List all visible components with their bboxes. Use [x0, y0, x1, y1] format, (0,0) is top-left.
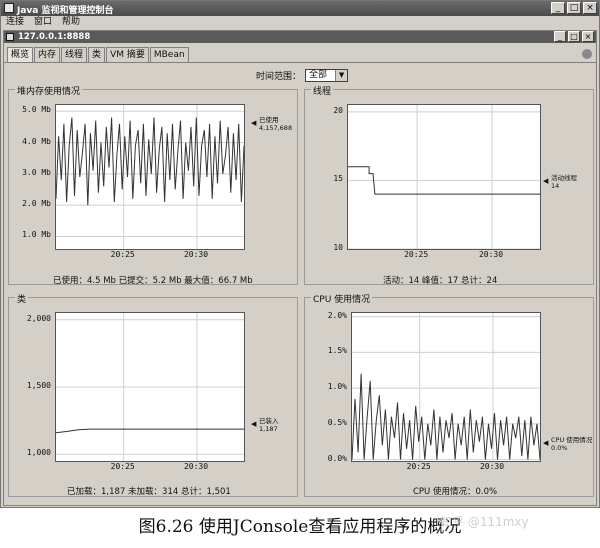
- legend-marker-icon: ◀: [543, 177, 549, 185]
- connection-frame: 127.0.0.1:8888 _ □ × 概览 内存 线程 类 VM 摘要 MB…: [3, 30, 597, 506]
- cpu-chart: [351, 312, 541, 462]
- threads-stats: 活动：14 峰值：17 总计：24: [383, 276, 498, 286]
- y-tick-label: 2.0 Mb: [22, 199, 51, 209]
- classes-stats: 已加载：1,187 未加载：314 总计：1,501: [67, 487, 231, 497]
- inner-maximize-button[interactable]: □: [568, 31, 580, 42]
- tab-overview[interactable]: 概览: [7, 47, 34, 63]
- threads-chart-svg: [348, 105, 540, 249]
- heap-stats: 已使用：4.5 Mb 已提交：5.2 Mb 最大值：66.7 Mb: [53, 276, 253, 286]
- y-tick-label: 0.0%: [327, 453, 347, 463]
- y-tick-label: 3.0 Mb: [22, 167, 51, 177]
- x-tick-label: 20:25: [110, 462, 135, 471]
- tab-vm-summary[interactable]: VM 摘要: [106, 47, 149, 62]
- x-tick-label: 20:25: [110, 250, 135, 259]
- connection-status-icon: [582, 49, 592, 59]
- tab-threads[interactable]: 线程: [61, 47, 88, 62]
- y-tick-label: 10: [333, 243, 343, 252]
- title-bar[interactable]: Java 监视和管理控制台 _ □ ×: [1, 1, 599, 16]
- heap-panel-title: 堆内存使用情况: [15, 84, 83, 97]
- heap-chart: [55, 104, 245, 250]
- y-tick-label: 1,000: [26, 448, 51, 458]
- cpu-legend: ◀ CPU 使用情况 0.0%: [543, 436, 593, 452]
- connection-title: 127.0.0.1:8888: [18, 32, 91, 42]
- maximize-button[interactable]: □: [567, 2, 581, 14]
- cpu-stats: CPU 使用情况：0.0%: [413, 487, 498, 497]
- connection-title-bar[interactable]: 127.0.0.1:8888 _ □ ×: [4, 31, 596, 43]
- x-tick-label: 20:30: [479, 462, 505, 471]
- minimize-button[interactable]: _: [551, 2, 565, 14]
- tab-mbean[interactable]: MBean: [149, 47, 189, 62]
- time-range-value: 全部: [309, 70, 328, 80]
- connection-icon: [6, 33, 14, 41]
- menu-help[interactable]: 帮助: [62, 16, 80, 29]
- menu-bar: 连接 窗口 帮助: [1, 16, 599, 29]
- menu-window[interactable]: 窗口: [34, 16, 52, 29]
- classes-legend: ◀ 已装入 1,187: [251, 417, 279, 433]
- cpu-legend-name: CPU 使用情况: [551, 436, 593, 444]
- chevron-down-icon[interactable]: ▼: [335, 70, 348, 81]
- classes-panel-title: 类: [15, 292, 29, 305]
- classes-legend-name: 已装入: [259, 417, 279, 425]
- java-icon: [4, 3, 14, 13]
- legend-marker-icon: ◀: [543, 439, 549, 447]
- y-tick-label: 4.0 Mb: [22, 136, 51, 146]
- legend-marker-icon: ◀: [251, 420, 257, 428]
- time-range: 时间范围： 全部 ▼: [256, 69, 349, 82]
- heap-legend-name: 已使用: [259, 116, 279, 124]
- heap-chart-svg: [56, 105, 244, 249]
- cpu-panel-title: CPU 使用情况: [311, 292, 373, 305]
- y-tick-label: 20: [333, 105, 343, 115]
- cpu-series-line: [352, 373, 540, 460]
- jconsole-window: Java 监视和管理控制台 _ □ × 连接 窗口 帮助 127.0.0.1:8…: [0, 0, 600, 508]
- y-tick-label: 2,000: [26, 313, 51, 323]
- classes-chart-svg: [56, 313, 244, 461]
- classes-series-line: [56, 428, 244, 434]
- heap-legend-value: 4,157,688: [259, 124, 293, 132]
- time-range-label: 时间范围：: [256, 72, 302, 82]
- threads-chart: [347, 104, 541, 250]
- y-tick-label: 0.5%: [327, 417, 347, 427]
- cpu-panel: CPU 使用情况 ◀ CPU 使用情况 0.0% CPU 使用情况：0.0% 0…: [304, 292, 594, 497]
- tab-memory[interactable]: 内存: [34, 47, 61, 62]
- inner-minimize-button[interactable]: _: [554, 31, 566, 42]
- menu-connection[interactable]: 连接: [6, 16, 24, 29]
- heap-panel: 堆内存使用情况 ◀ 已使用 4,157,688 已使用：4.5 Mb 已提交：5…: [8, 84, 298, 286]
- tab-bar: 概览 内存 线程 类 VM 摘要 MBean: [7, 47, 190, 63]
- x-tick-label: 20:30: [478, 250, 504, 259]
- tab-classes[interactable]: 类: [88, 47, 106, 62]
- cpu-chart-svg: [352, 313, 540, 461]
- y-tick-label: 5.0 Mb: [22, 105, 51, 115]
- y-tick-label: 1,500: [26, 381, 51, 390]
- y-tick-label: 1.0 Mb: [22, 230, 51, 240]
- y-tick-label: 2.0%: [327, 310, 347, 320]
- y-tick-label: 1.0%: [327, 382, 347, 392]
- y-tick-label: 15: [333, 174, 343, 184]
- classes-panel: 类 ◀ 已装入 1,187 已加载：1,187 未加载：314 总计：1,501…: [8, 292, 298, 497]
- heap-series-line: [56, 117, 244, 206]
- inner-close-button[interactable]: ×: [582, 31, 594, 42]
- threads-panel: 线程 ◀ 活动线程 14 活动：14 峰值：17 总计：24 10 15 20 20:…: [304, 84, 594, 286]
- time-range-select[interactable]: 全部 ▼: [305, 69, 349, 82]
- threads-panel-title: 线程: [311, 84, 334, 97]
- close-button[interactable]: ×: [583, 2, 597, 14]
- cpu-legend-value: 0.0%: [551, 444, 568, 452]
- tab-divider: [4, 62, 596, 63]
- threads-legend-name: 活动线程: [551, 174, 577, 182]
- heap-legend: ◀ 已使用 4,157,688: [251, 116, 293, 132]
- threads-legend: ◀ 活动线程 14: [543, 174, 577, 190]
- x-tick-label: 20:25: [406, 462, 431, 471]
- threads-legend-value: 14: [551, 182, 560, 190]
- legend-marker-icon: ◀: [251, 119, 257, 127]
- watermark: 知乎 @111mxy: [440, 515, 529, 529]
- classes-chart: [55, 312, 245, 462]
- classes-legend-value: 1,187: [259, 425, 278, 433]
- x-tick-label: 20:30: [183, 250, 209, 259]
- x-tick-label: 20:25: [404, 250, 429, 259]
- y-tick-label: 1.5%: [327, 346, 347, 356]
- x-tick-label: 20:30: [183, 462, 209, 471]
- window-title: Java 监视和管理控制台: [17, 6, 114, 16]
